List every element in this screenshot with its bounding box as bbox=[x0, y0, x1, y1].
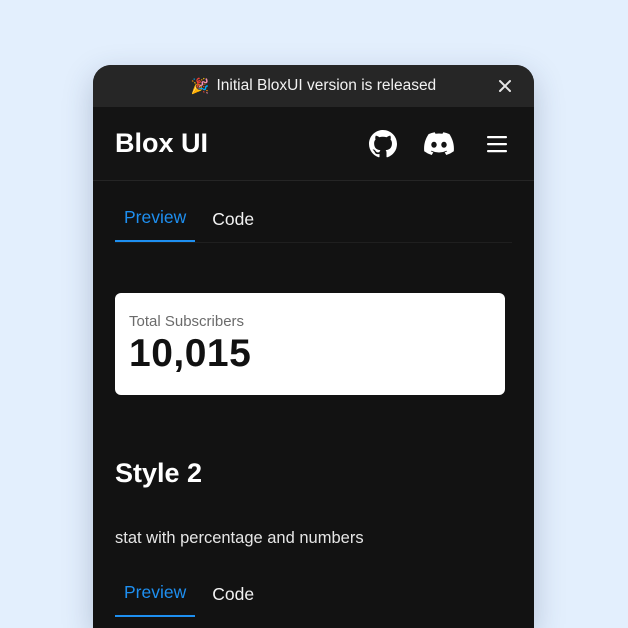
tab-bar-style-2: Preview Code bbox=[115, 575, 505, 617]
section-description: stat with percentage and numbers bbox=[115, 529, 364, 547]
announcement-banner: 🎉 Initial BloxUI version is released bbox=[93, 65, 534, 107]
brand-logo[interactable]: Blox UI bbox=[115, 128, 368, 159]
github-icon[interactable] bbox=[368, 129, 398, 159]
close-icon[interactable] bbox=[496, 77, 514, 95]
tab-preview[interactable]: Preview bbox=[115, 207, 196, 242]
page-background: 🎉 Initial BloxUI version is released Blo… bbox=[0, 0, 628, 628]
tab-code[interactable]: Code bbox=[203, 584, 263, 617]
menu-icon[interactable] bbox=[482, 129, 512, 159]
stat-card: Total Subscribers 10,015 bbox=[115, 293, 505, 395]
tab-code[interactable]: Code bbox=[203, 209, 263, 242]
app-window: 🎉 Initial BloxUI version is released Blo… bbox=[93, 65, 534, 628]
announcement-text: Initial BloxUI version is released bbox=[216, 77, 437, 94]
discord-icon[interactable] bbox=[424, 129, 454, 159]
section-title: Style 2 bbox=[115, 458, 203, 488]
stat-value: 10,015 bbox=[129, 332, 252, 375]
tab-bar: Preview Code bbox=[115, 181, 512, 243]
navbar: Blox UI bbox=[93, 107, 534, 181]
tab-preview[interactable]: Preview bbox=[115, 582, 196, 617]
party-popper-icon: 🎉 bbox=[190, 78, 210, 95]
stat-label: Total Subscribers bbox=[129, 313, 245, 330]
